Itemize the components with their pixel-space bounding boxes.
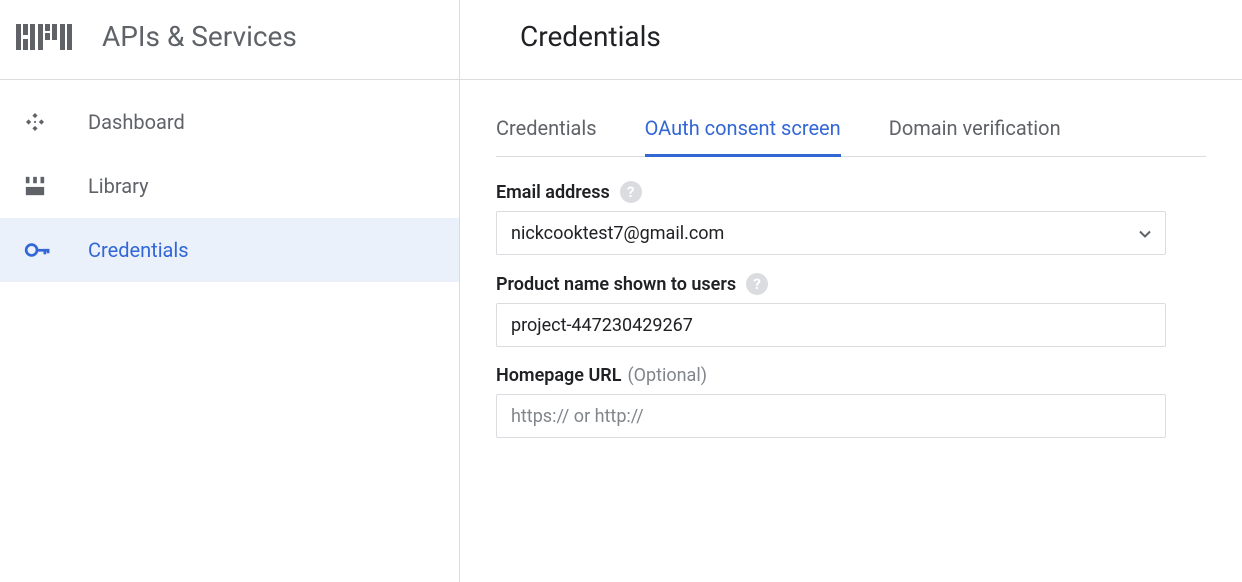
api-logo xyxy=(16,24,74,50)
sidebar-nav: Dashboard Library xyxy=(0,80,459,282)
tab-credentials[interactable]: Credentials xyxy=(496,104,597,157)
homepage-url-label: Homepage URL xyxy=(496,365,621,386)
homepage-url-input[interactable] xyxy=(496,394,1166,438)
sidebar-item-label: Dashboard xyxy=(88,110,185,134)
product-name-input[interactable] xyxy=(496,303,1166,347)
help-icon[interactable]: ? xyxy=(620,181,642,203)
sidebar-header: APIs & Services xyxy=(0,0,459,80)
tabs: Credentials OAuth consent screen Domain … xyxy=(496,104,1206,157)
main-content: Credentials Credentials OAuth consent sc… xyxy=(460,0,1242,582)
email-selected-value: nickcooktest7@gmail.com xyxy=(511,223,724,244)
form-group-product-name: Product name shown to users ? xyxy=(496,273,1206,347)
dashboard-icon xyxy=(24,111,56,133)
sidebar-item-label: Credentials xyxy=(88,238,189,262)
chevron-down-icon xyxy=(1139,223,1151,244)
sidebar: APIs & Services Dashboard xyxy=(0,0,460,582)
product-name-label: Product name shown to users xyxy=(496,274,736,295)
form-group-homepage-url: Homepage URL (Optional) xyxy=(496,365,1206,438)
sidebar-item-label: Library xyxy=(88,174,149,198)
library-icon xyxy=(24,175,56,197)
key-icon xyxy=(24,237,56,263)
help-icon[interactable]: ? xyxy=(746,273,768,295)
page-title: Credentials xyxy=(520,20,1182,53)
form-group-email: Email address ? nickcooktest7@gmail.com xyxy=(496,181,1206,255)
homepage-url-optional: (Optional) xyxy=(627,365,707,386)
email-select[interactable]: nickcooktest7@gmail.com xyxy=(496,211,1166,255)
sidebar-item-dashboard[interactable]: Dashboard xyxy=(0,90,459,154)
sidebar-item-library[interactable]: Library xyxy=(0,154,459,218)
main-header: Credentials xyxy=(460,0,1242,80)
sidebar-title: APIs & Services xyxy=(102,20,297,53)
sidebar-item-credentials[interactable]: Credentials xyxy=(0,218,459,282)
tab-domain-verification[interactable]: Domain verification xyxy=(889,104,1061,157)
tab-oauth-consent-screen[interactable]: OAuth consent screen xyxy=(645,104,841,157)
email-label: Email address xyxy=(496,182,610,203)
